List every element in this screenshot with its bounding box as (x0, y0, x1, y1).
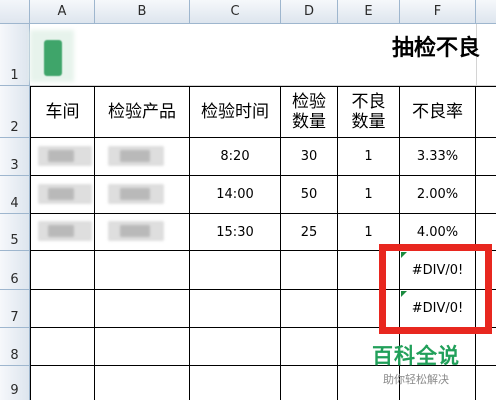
table-cell[interactable] (190, 251, 281, 290)
spreadsheet: A B C D E F 1 2 3 4 5 6 7 8 9 抽检不良 车间 检验… (0, 0, 496, 400)
table-cell[interactable] (281, 328, 338, 366)
table-cell[interactable] (281, 290, 338, 328)
table-cell-time[interactable]: 14:00 (190, 176, 281, 214)
table-cell-defects[interactable]: 1 (338, 138, 400, 176)
row-header-9[interactable]: 9 (0, 366, 30, 400)
watermark-logo: 百科全说 (372, 344, 460, 368)
table-cell-time[interactable]: 8:20 (190, 138, 281, 176)
column-header-g[interactable] (476, 0, 496, 24)
watermark-tagline: 助你轻松解决 (383, 373, 449, 386)
table-cell[interactable] (281, 251, 338, 290)
watermark: 百科全说 助你轻松解决 (372, 340, 460, 387)
table-cell[interactable] (190, 328, 281, 366)
header-workshop[interactable]: 车间 (30, 86, 95, 138)
row-header-6[interactable]: 6 (0, 251, 30, 290)
table-cell[interactable] (30, 290, 95, 328)
header-quantity[interactable]: 检验 数量 (281, 86, 338, 138)
row-header-7[interactable]: 7 (0, 290, 30, 328)
column-header-a[interactable]: A (30, 0, 95, 24)
header-defect-rate[interactable]: 不良率 (400, 86, 476, 138)
table-cell-quantity[interactable]: 30 (281, 138, 338, 176)
redacted-workshop-text (48, 188, 74, 200)
row-header-3[interactable]: 3 (0, 138, 30, 176)
table-cell[interactable] (95, 328, 190, 366)
table-cell[interactable] (95, 290, 190, 328)
highlight-box (379, 244, 492, 334)
table-cell-rate[interactable]: 3.33% (400, 138, 476, 176)
table-cell[interactable] (30, 366, 95, 400)
table-cell[interactable] (281, 366, 338, 400)
row-header-8[interactable]: 8 (0, 328, 30, 366)
blurred-logo-mark (44, 40, 62, 76)
table-cell[interactable] (30, 251, 95, 290)
sheet-title: 抽检不良 (392, 36, 481, 61)
header-inspection-time[interactable]: 检验时间 (190, 86, 281, 138)
table-cell[interactable] (30, 328, 95, 366)
table-cell-quantity[interactable]: 25 (281, 214, 338, 251)
table-cell[interactable] (190, 290, 281, 328)
table-cell[interactable] (476, 86, 496, 138)
row-header-4[interactable]: 4 (0, 176, 30, 214)
select-all-corner[interactable] (0, 0, 30, 24)
column-header-c[interactable]: C (190, 0, 281, 24)
redacted-workshop-text (48, 150, 74, 162)
row-header-2[interactable]: 2 (0, 86, 30, 138)
header-product[interactable]: 检验产品 (95, 86, 190, 138)
table-cell[interactable] (476, 176, 496, 214)
table-cell[interactable] (476, 138, 496, 176)
header-defects[interactable]: 不良 数量 (338, 86, 400, 138)
table-cell[interactable] (95, 366, 190, 400)
redacted-product-text (120, 188, 150, 200)
table-cell-time[interactable]: 15:30 (190, 214, 281, 251)
table-cell-quantity[interactable]: 50 (281, 176, 338, 214)
table-cell[interactable] (190, 366, 281, 400)
row-header-1[interactable]: 1 (0, 24, 30, 86)
redacted-product-text (120, 225, 150, 237)
column-header-e[interactable]: E (338, 0, 400, 24)
row-header-5[interactable]: 5 (0, 214, 30, 251)
table-cell-defects[interactable]: 1 (338, 176, 400, 214)
redacted-workshop-text (48, 225, 74, 237)
redacted-product-text (120, 150, 150, 162)
column-header-d[interactable]: D (281, 0, 338, 24)
table-cell-rate[interactable]: 2.00% (400, 176, 476, 214)
column-header-f[interactable]: F (400, 0, 476, 24)
table-cell[interactable] (95, 251, 190, 290)
column-header-b[interactable]: B (95, 0, 190, 24)
